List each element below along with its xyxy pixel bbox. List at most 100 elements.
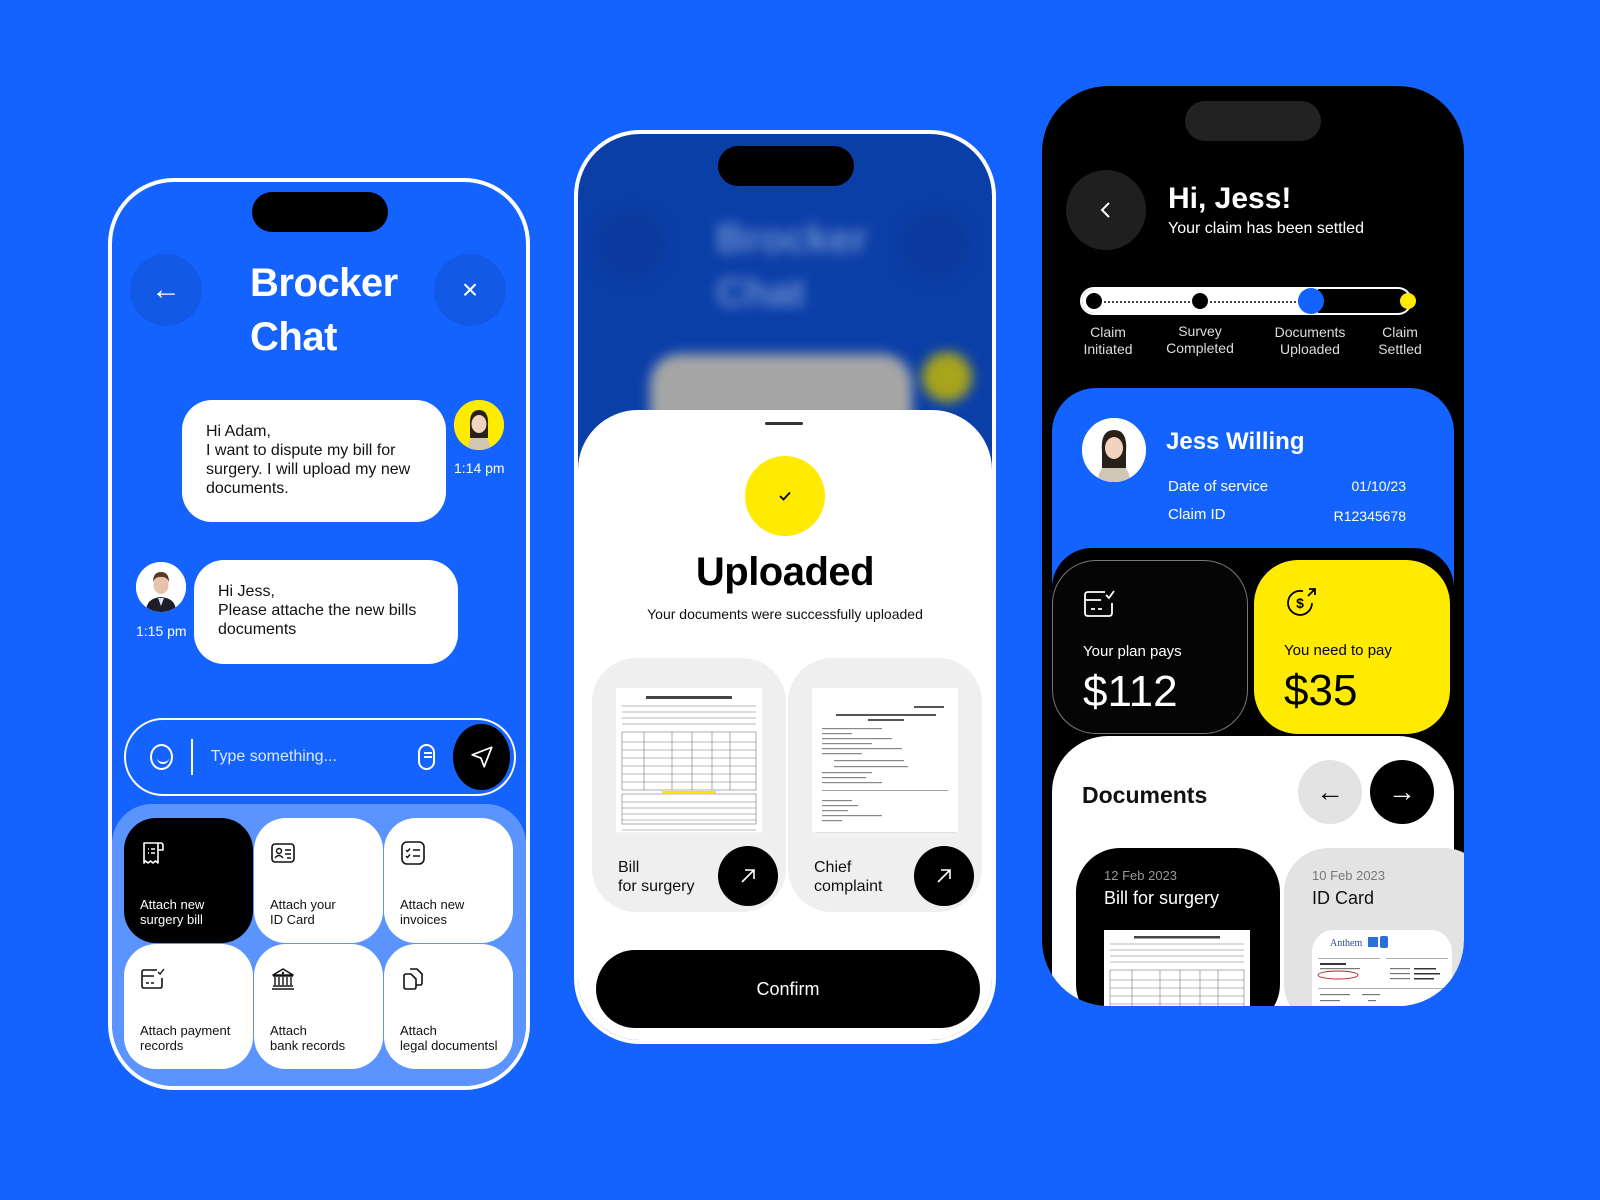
- blurred-title-line-1: Brocker: [716, 217, 868, 261]
- progress-step-label: Claim Settled: [1378, 324, 1422, 357]
- previous-document-button[interactable]: ←: [1298, 760, 1362, 824]
- page-title: Brocker Chat: [250, 256, 398, 364]
- title-line-2: Chat: [250, 315, 337, 359]
- message-bubble-outgoing: Hi Adam, I want to dispute my bill for s…: [182, 400, 446, 522]
- progress-step-label: Survey Completed: [1166, 323, 1234, 356]
- divider: [190, 739, 193, 775]
- document-name: Bill for surgery: [1104, 888, 1220, 908]
- claim-id-value: R12345678: [1333, 508, 1406, 524]
- attach-payment-records-button[interactable]: Attach payment records: [124, 944, 253, 1069]
- attach-option-label: Attach new invoices: [400, 897, 465, 927]
- arrow-right-icon: →: [1388, 776, 1416, 807]
- document-card[interactable]: 12 Feb 2023 Bill for surgery: [1076, 848, 1280, 1006]
- open-document-button[interactable]: [914, 846, 974, 906]
- message-time: 1:15 pm: [136, 623, 187, 639]
- message-time: 1:14 pm: [454, 460, 505, 476]
- progress-step-label: Documents Uploaded: [1274, 324, 1346, 357]
- progress-connector: [1104, 301, 1190, 303]
- back-button[interactable]: [1066, 170, 1146, 250]
- attach-id-card-button[interactable]: Attach your ID Card: [254, 818, 383, 943]
- attach-bank-records-button[interactable]: Attach bank records: [254, 944, 383, 1069]
- emoji-icon[interactable]: [150, 744, 173, 770]
- you-pay-label: You need to pay: [1284, 642, 1392, 659]
- attach-option-label: Attach your ID Card: [270, 897, 336, 927]
- date-of-service-row: Date of service 01/10/23: [1168, 478, 1406, 495]
- attach-invoices-button[interactable]: Attach new invoices: [384, 818, 513, 943]
- sheet-grabber[interactable]: [765, 422, 803, 425]
- microphone-icon[interactable]: [417, 744, 436, 770]
- close-icon: ×: [461, 274, 479, 305]
- person-photo-icon: [136, 562, 186, 612]
- attach-surgery-bill-button[interactable]: Attach new surgery bill: [124, 818, 253, 943]
- document-date: 10 Feb 2023: [1312, 868, 1386, 883]
- documents-title: Documents: [1082, 782, 1208, 808]
- blurred-close-button: [900, 210, 970, 280]
- back-button[interactable]: ←: [130, 254, 202, 326]
- date-of-service-label: Date of service: [1168, 478, 1269, 495]
- checkmark-icon: [779, 491, 791, 501]
- document-date: 12 Feb 2023: [1104, 868, 1178, 883]
- greeting: Hi, Jess!: [1168, 182, 1292, 215]
- arrow-left-icon: ←: [1316, 776, 1344, 807]
- svg-text:$: $: [1296, 595, 1304, 611]
- message-bubble-incoming: Hi Jess, Please attache the new bills do…: [194, 560, 458, 664]
- uploaded-document-card[interactable]: Bill for surgery: [592, 658, 786, 912]
- documents-section: Documents ← → 12 Feb 2023 Bill for surge…: [1052, 736, 1464, 1006]
- message-input[interactable]: [210, 748, 418, 766]
- upload-success-sheet: Uploaded Your documents were successfull…: [578, 410, 992, 1040]
- dynamic-island: [718, 146, 854, 186]
- uploaded-document-card[interactable]: Chief complaint: [788, 658, 982, 912]
- payment-summary: Your plan pays $112 $ You need to pay $3…: [1052, 548, 1454, 748]
- attach-legal-documents-button[interactable]: Attach legal documentsl: [384, 944, 513, 1069]
- card-check-icon: [1084, 590, 1115, 617]
- receipt-icon: [143, 842, 164, 864]
- open-document-button[interactable]: [718, 846, 778, 906]
- document-preview-icon: [616, 688, 762, 838]
- progress-step-label: Claim Initiated: [1083, 324, 1133, 357]
- claim-id-row: Claim ID R12345678: [1168, 506, 1406, 524]
- avatar-jess: [454, 400, 504, 450]
- bank-icon: [272, 968, 294, 990]
- document-name: ID Card: [1312, 888, 1375, 908]
- document-card[interactable]: 10 Feb 2023 ID Card Anthem: [1284, 848, 1464, 1006]
- claim-progress-bar: [1080, 287, 1416, 315]
- confirm-button[interactable]: Confirm: [596, 950, 980, 1028]
- arrow-up-right-icon: [741, 869, 755, 883]
- next-document-button[interactable]: →: [1370, 760, 1434, 824]
- attach-option-label: Attach payment records: [140, 1023, 231, 1053]
- upload-heading: Uploaded: [695, 550, 875, 594]
- document-preview-icon: [812, 688, 958, 838]
- blurred-avatar: [922, 352, 972, 402]
- attach-option-label: Attach bank records: [270, 1023, 346, 1053]
- svg-text:Anthem: Anthem: [1330, 938, 1362, 949]
- upload-phone: Brocker Chat Uploaded Your documents wer…: [574, 130, 996, 1044]
- send-button[interactable]: [453, 724, 510, 790]
- you-pay-amount: $35: [1284, 666, 1358, 715]
- id-card-icon: [271, 843, 295, 863]
- blurred-back-button: [596, 210, 666, 280]
- claim-id-label: Claim ID: [1168, 506, 1226, 523]
- attach-option-label: Attach new surgery bill: [140, 897, 205, 927]
- dynamic-island: [252, 192, 388, 232]
- you-pay-card[interactable]: $ You need to pay $35: [1254, 560, 1450, 734]
- chevron-left-icon: [1100, 202, 1110, 218]
- date-of-service-value: 01/10/23: [1351, 478, 1407, 494]
- progress-step-node: [1298, 288, 1324, 314]
- attachment-panel: Attach new surgery bill Attach your ID C…: [112, 804, 526, 1086]
- person-photo-icon: [454, 400, 504, 450]
- close-button[interactable]: ×: [434, 254, 506, 326]
- blurred-title-line-2: Chat: [716, 271, 805, 315]
- document-label: Bill for surgery: [618, 859, 695, 895]
- document-preview-icon: [1104, 930, 1250, 1006]
- progress-step-node: [1192, 293, 1208, 309]
- blurred-title: Brocker Chat: [716, 212, 867, 320]
- attachment-grid: Attach new surgery bill Attach your ID C…: [124, 818, 514, 1070]
- dynamic-island: [1185, 101, 1321, 141]
- document-label: Chief complaint: [814, 859, 883, 895]
- upload-subheading: Your documents were successfully uploade…: [647, 606, 923, 622]
- documents-icon: [403, 968, 423, 990]
- progress-step-node: [1086, 293, 1102, 309]
- person-photo-icon: [1082, 418, 1146, 482]
- chat-phone: ← Brocker Chat × Hi Adam, I want to disp…: [108, 178, 530, 1090]
- attach-option-label: Attach legal documentsl: [400, 1023, 498, 1053]
